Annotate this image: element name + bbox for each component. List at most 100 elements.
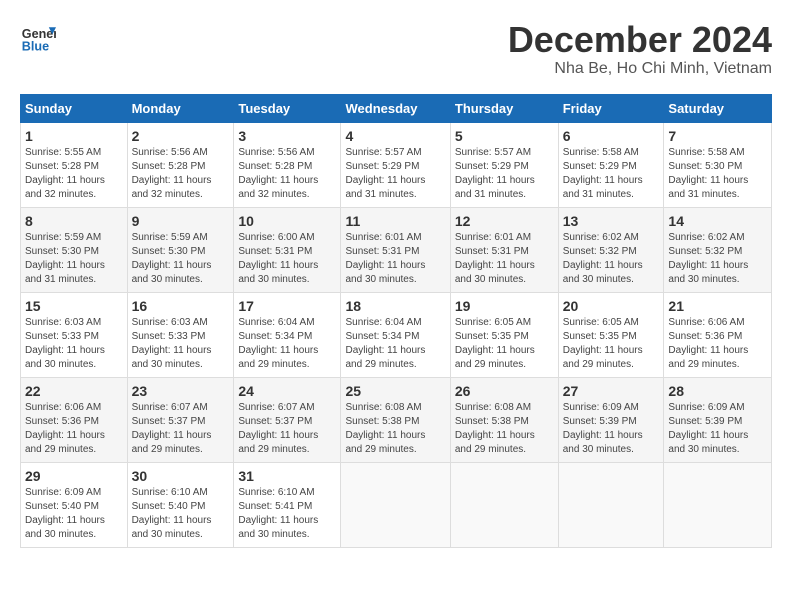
calendar-cell: 19 Sunrise: 6:05 AM Sunset: 5:35 PM Dayli…: [450, 292, 558, 377]
day-info: Sunrise: 5:57 AM Sunset: 5:29 PM Dayligh…: [455, 146, 554, 202]
day-info: Sunrise: 5:59 AM Sunset: 5:30 PM Dayligh…: [132, 231, 230, 287]
calendar-cell: 6 Sunrise: 5:58 AM Sunset: 5:29 PM Daylig…: [558, 122, 664, 207]
calendar-cell: 23 Sunrise: 6:07 AM Sunset: 5:37 PM Dayli…: [127, 377, 234, 462]
day-info: Sunrise: 6:05 AM Sunset: 5:35 PM Dayligh…: [455, 316, 554, 372]
day-info: Sunrise: 6:06 AM Sunset: 5:36 PM Dayligh…: [25, 401, 123, 457]
calendar-cell: 26 Sunrise: 6:08 AM Sunset: 5:38 PM Dayli…: [450, 377, 558, 462]
calendar-cell: 7Sunrise: 5:58 AM Sunset: 5:30 PM Daylig…: [664, 122, 772, 207]
logo: General Blue: [20, 20, 56, 56]
svg-text:Blue: Blue: [22, 40, 49, 54]
day-number: 22: [25, 383, 123, 399]
week-row-2: 8Sunrise: 5:59 AM Sunset: 5:30 PM Daylig…: [21, 207, 772, 292]
day-info: Sunrise: 6:01 AM Sunset: 5:31 PM Dayligh…: [345, 231, 445, 287]
calendar-cell: 1 Sunrise: 5:55 AM Sunset: 5:28 PM Daylig…: [21, 122, 128, 207]
calendar-cell: 27 Sunrise: 6:09 AM Sunset: 5:39 PM Dayli…: [558, 377, 664, 462]
day-info: Sunrise: 6:04 AM Sunset: 5:34 PM Dayligh…: [238, 316, 336, 372]
calendar-cell: 5 Sunrise: 5:57 AM Sunset: 5:29 PM Daylig…: [450, 122, 558, 207]
day-header-tuesday: Tuesday: [234, 94, 341, 122]
day-info: Sunrise: 6:10 AM Sunset: 5:40 PM Dayligh…: [132, 486, 230, 542]
day-number: 23: [132, 383, 230, 399]
day-number: 13: [563, 213, 660, 229]
calendar-cell: 31Sunrise: 6:10 AM Sunset: 5:41 PM Dayli…: [234, 462, 341, 547]
day-number: 12: [455, 213, 554, 229]
day-info: Sunrise: 6:07 AM Sunset: 5:37 PM Dayligh…: [238, 401, 336, 457]
calendar-cell: 21Sunrise: 6:06 AM Sunset: 5:36 PM Dayli…: [664, 292, 772, 377]
day-info: Sunrise: 6:03 AM Sunset: 5:33 PM Dayligh…: [25, 316, 123, 372]
calendar-subtitle: Nha Be, Ho Chi Minh, Vietnam: [508, 60, 772, 78]
calendar-cell: 3 Sunrise: 5:56 AM Sunset: 5:28 PM Daylig…: [234, 122, 341, 207]
day-info: Sunrise: 5:56 AM Sunset: 5:28 PM Dayligh…: [238, 146, 336, 202]
day-number: 10: [238, 213, 336, 229]
calendar-title: December 2024: [508, 20, 772, 60]
calendar-cell: [450, 462, 558, 547]
calendar-cell: 9 Sunrise: 5:59 AM Sunset: 5:30 PM Daylig…: [127, 207, 234, 292]
day-info: Sunrise: 6:09 AM Sunset: 5:39 PM Dayligh…: [563, 401, 660, 457]
day-number: 1: [25, 128, 123, 144]
calendar-cell: 8Sunrise: 5:59 AM Sunset: 5:30 PM Daylig…: [21, 207, 128, 292]
calendar-cell: 10 Sunrise: 6:00 AM Sunset: 5:31 PM Dayli…: [234, 207, 341, 292]
day-info: Sunrise: 6:08 AM Sunset: 5:38 PM Dayligh…: [455, 401, 554, 457]
calendar-cell: 20Sunrise: 6:05 AM Sunset: 5:35 PM Dayli…: [558, 292, 664, 377]
day-number: 9: [132, 213, 230, 229]
calendar-cell: 16 Sunrise: 6:03 AM Sunset: 5:33 PM Dayli…: [127, 292, 234, 377]
day-info: Sunrise: 6:05 AM Sunset: 5:35 PM Dayligh…: [563, 316, 660, 372]
day-info: Sunrise: 5:58 AM Sunset: 5:29 PM Dayligh…: [563, 146, 660, 202]
day-number: 19: [455, 298, 554, 314]
calendar-cell: [558, 462, 664, 547]
day-header-saturday: Saturday: [664, 94, 772, 122]
day-info: Sunrise: 6:02 AM Sunset: 5:32 PM Dayligh…: [563, 231, 660, 287]
week-row-4: 22 Sunrise: 6:06 AM Sunset: 5:36 PM Dayli…: [21, 377, 772, 462]
week-row-3: 15 Sunrise: 6:03 AM Sunset: 5:33 PM Dayli…: [21, 292, 772, 377]
day-number: 30: [132, 468, 230, 484]
logo-icon: General Blue: [20, 20, 56, 56]
day-info: Sunrise: 6:09 AM Sunset: 5:39 PM Dayligh…: [668, 401, 767, 457]
calendar-cell: 30 Sunrise: 6:10 AM Sunset: 5:40 PM Dayli…: [127, 462, 234, 547]
day-number: 16: [132, 298, 230, 314]
day-number: 4: [345, 128, 445, 144]
day-info: Sunrise: 6:10 AM Sunset: 5:41 PM Dayligh…: [238, 486, 336, 542]
day-header-sunday: Sunday: [21, 94, 128, 122]
calendar-cell: 22 Sunrise: 6:06 AM Sunset: 5:36 PM Dayli…: [21, 377, 128, 462]
day-number: 27: [563, 383, 660, 399]
calendar-cell: 15 Sunrise: 6:03 AM Sunset: 5:33 PM Dayli…: [21, 292, 128, 377]
calendar-cell: 25Sunrise: 6:08 AM Sunset: 5:38 PM Dayli…: [341, 377, 450, 462]
day-number: 18: [345, 298, 445, 314]
day-info: Sunrise: 5:55 AM Sunset: 5:28 PM Dayligh…: [25, 146, 123, 202]
day-header-monday: Monday: [127, 94, 234, 122]
calendar-cell: 13 Sunrise: 6:02 AM Sunset: 5:32 PM Dayli…: [558, 207, 664, 292]
day-info: Sunrise: 5:57 AM Sunset: 5:29 PM Dayligh…: [345, 146, 445, 202]
day-info: Sunrise: 6:06 AM Sunset: 5:36 PM Dayligh…: [668, 316, 767, 372]
day-info: Sunrise: 6:01 AM Sunset: 5:31 PM Dayligh…: [455, 231, 554, 287]
day-number: 15: [25, 298, 123, 314]
day-number: 17: [238, 298, 336, 314]
day-number: 24: [238, 383, 336, 399]
day-info: Sunrise: 5:58 AM Sunset: 5:30 PM Dayligh…: [668, 146, 767, 202]
calendar-table: SundayMondayTuesdayWednesdayThursdayFrid…: [20, 94, 772, 548]
week-row-5: 29Sunrise: 6:09 AM Sunset: 5:40 PM Dayli…: [21, 462, 772, 547]
day-number: 5: [455, 128, 554, 144]
calendar-cell: 28Sunrise: 6:09 AM Sunset: 5:39 PM Dayli…: [664, 377, 772, 462]
calendar-cell: 29Sunrise: 6:09 AM Sunset: 5:40 PM Dayli…: [21, 462, 128, 547]
day-number: 14: [668, 213, 767, 229]
day-number: 6: [563, 128, 660, 144]
header: General Blue December 2024 Nha Be, Ho Ch…: [20, 20, 772, 78]
calendar-cell: [664, 462, 772, 547]
day-info: Sunrise: 6:04 AM Sunset: 5:34 PM Dayligh…: [345, 316, 445, 372]
calendar-cell: 24 Sunrise: 6:07 AM Sunset: 5:37 PM Dayli…: [234, 377, 341, 462]
week-row-1: 1 Sunrise: 5:55 AM Sunset: 5:28 PM Daylig…: [21, 122, 772, 207]
calendar-cell: 2Sunrise: 5:56 AM Sunset: 5:28 PM Daylig…: [127, 122, 234, 207]
day-number: 26: [455, 383, 554, 399]
calendar-cell: 14Sunrise: 6:02 AM Sunset: 5:32 PM Dayli…: [664, 207, 772, 292]
day-info: Sunrise: 6:00 AM Sunset: 5:31 PM Dayligh…: [238, 231, 336, 287]
day-info: Sunrise: 6:07 AM Sunset: 5:37 PM Dayligh…: [132, 401, 230, 457]
calendar-cell: [341, 462, 450, 547]
day-number: 29: [25, 468, 123, 484]
day-header-friday: Friday: [558, 94, 664, 122]
day-number: 11: [345, 213, 445, 229]
days-header-row: SundayMondayTuesdayWednesdayThursdayFrid…: [21, 94, 772, 122]
day-info: Sunrise: 6:03 AM Sunset: 5:33 PM Dayligh…: [132, 316, 230, 372]
title-block: December 2024 Nha Be, Ho Chi Minh, Vietn…: [508, 20, 772, 78]
day-number: 2: [132, 128, 230, 144]
day-number: 3: [238, 128, 336, 144]
day-number: 25: [345, 383, 445, 399]
